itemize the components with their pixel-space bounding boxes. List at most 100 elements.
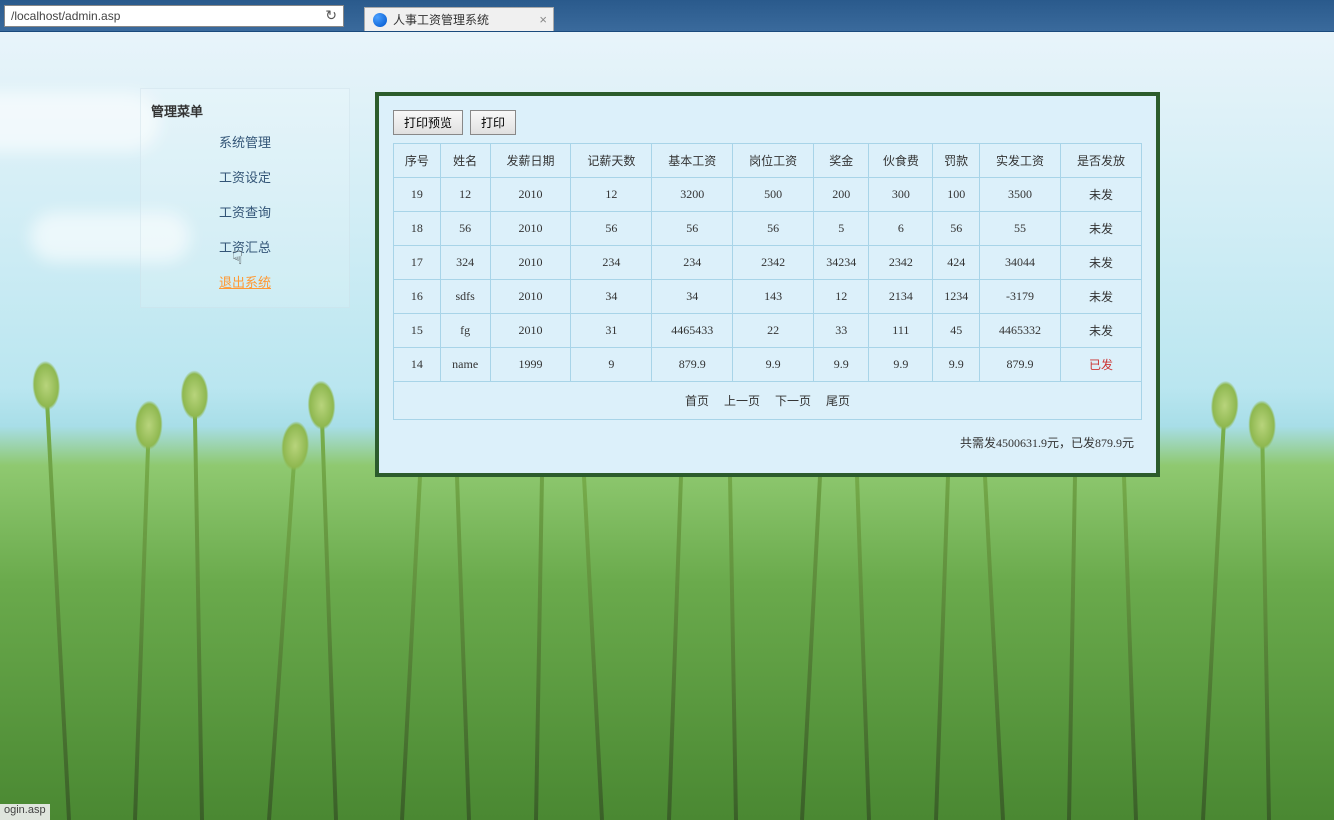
table-cell: fg (440, 314, 490, 348)
close-icon[interactable]: × (539, 12, 547, 27)
content-area: 管理菜单 系统管理 工资设定 工资查询 工资汇总 退出系统 ☟ 打印预览 打印 … (0, 32, 1334, 820)
page-last[interactable]: 尾页 (826, 394, 850, 408)
page-first[interactable]: 首页 (685, 394, 709, 408)
pagination-cell: 首页 上一页 下一页 尾页 (394, 382, 1142, 420)
table-cell: 56 (440, 212, 490, 246)
tab-title: 人事工资管理系统 (393, 11, 489, 28)
table-cell: 56 (571, 212, 652, 246)
table-cell: 111 (869, 314, 933, 348)
table-cell: 2010 (490, 178, 571, 212)
table-cell: 未发 (1061, 246, 1142, 280)
table-cell: 56 (652, 212, 733, 246)
table-row: 18562010565656565655未发 (394, 212, 1142, 246)
sidebar-item-system-manage[interactable]: 系统管理 (141, 124, 349, 159)
table-header: 基本工资 (652, 144, 733, 178)
table-cell: 4465332 (980, 314, 1061, 348)
table-cell: 6 (869, 212, 933, 246)
table-cell: 未发 (1061, 178, 1142, 212)
table-cell: 9.9 (869, 348, 933, 382)
table-cell: 5 (814, 212, 869, 246)
table-cell: 424 (933, 246, 980, 280)
table-cell: 9 (571, 348, 652, 382)
table-cell: 2134 (869, 280, 933, 314)
table-cell: 4465433 (652, 314, 733, 348)
table-row: 14name19999879.99.99.99.99.9879.9已发 (394, 348, 1142, 382)
table-cell: 14 (394, 348, 441, 382)
page-next[interactable]: 下一页 (775, 394, 811, 408)
table-cell: 1999 (490, 348, 571, 382)
url-text: /localhost/admin.asp (11, 9, 120, 23)
table-cell: 56 (733, 212, 814, 246)
tab-bar: 人事工资管理系统 × (364, 0, 554, 31)
table-cell: 12 (440, 178, 490, 212)
sidebar-item-logout[interactable]: 退出系统 (141, 264, 349, 299)
table-header: 记薪天数 (571, 144, 652, 178)
table-cell: 1234 (933, 280, 980, 314)
table-header: 岗位工资 (733, 144, 814, 178)
address-bar[interactable]: /localhost/admin.asp ↻ (4, 5, 344, 27)
table-cell: 未发 (1061, 212, 1142, 246)
button-row: 打印预览 打印 (393, 110, 1142, 135)
status-bar: ogin.asp (0, 804, 50, 820)
table-cell: 22 (733, 314, 814, 348)
table-cell: 324 (440, 246, 490, 280)
table-cell: 2342 (733, 246, 814, 280)
table-cell: 2010 (490, 246, 571, 280)
table-cell: 34 (652, 280, 733, 314)
table-header: 奖金 (814, 144, 869, 178)
table-cell: 300 (869, 178, 933, 212)
table-header: 发薪日期 (490, 144, 571, 178)
table-header: 是否发放 (1061, 144, 1142, 178)
salary-table: 序号姓名发薪日期记薪天数基本工资岗位工资奖金伙食费罚款实发工资是否发放 1912… (393, 143, 1142, 420)
print-button[interactable]: 打印 (470, 110, 516, 135)
table-cell: 15 (394, 314, 441, 348)
table-cell: 45 (933, 314, 980, 348)
main-panel: 打印预览 打印 序号姓名发薪日期记薪天数基本工资岗位工资奖金伙食费罚款实发工资是… (375, 92, 1160, 477)
table-row: 16sdfs201034341431221341234-3179未发 (394, 280, 1142, 314)
table-header: 实发工资 (980, 144, 1061, 178)
browser-tab[interactable]: 人事工资管理系统 × (364, 7, 554, 31)
table-cell: 879.9 (652, 348, 733, 382)
table-cell: 33 (814, 314, 869, 348)
summary-text: 共需发4500631.9元，已发879.9元 (393, 420, 1142, 459)
cloud-decoration (0, 92, 160, 152)
table-header: 序号 (394, 144, 441, 178)
refresh-icon[interactable]: ↻ (325, 7, 337, 24)
print-preview-button[interactable]: 打印预览 (393, 110, 463, 135)
table-cell: 143 (733, 280, 814, 314)
table-cell: 56 (933, 212, 980, 246)
sidebar-item-salary-query[interactable]: 工资查询 (141, 194, 349, 229)
table-cell: 18 (394, 212, 441, 246)
table-cell: 3200 (652, 178, 733, 212)
table-cell: 234 (652, 246, 733, 280)
table-cell: 2010 (490, 280, 571, 314)
page-prev[interactable]: 上一页 (724, 394, 760, 408)
table-header: 伙食费 (869, 144, 933, 178)
table-cell: 12 (814, 280, 869, 314)
table-cell: name (440, 348, 490, 382)
table-cell: -3179 (980, 280, 1061, 314)
table-cell: 879.9 (980, 348, 1061, 382)
table-cell: 12 (571, 178, 652, 212)
table-row: 173242010234234234234234234242434044未发 (394, 246, 1142, 280)
table-cell: 未发 (1061, 314, 1142, 348)
table-cell: 2342 (869, 246, 933, 280)
table-cell: 500 (733, 178, 814, 212)
table-row: 191220101232005002003001003500未发 (394, 178, 1142, 212)
table-header: 姓名 (440, 144, 490, 178)
table-cell: 9.9 (733, 348, 814, 382)
browser-chrome: /localhost/admin.asp ↻ 人事工资管理系统 × (0, 0, 1334, 32)
sidebar-item-salary-summary[interactable]: 工资汇总 (141, 229, 349, 264)
table-cell: 3500 (980, 178, 1061, 212)
table-cell: 100 (933, 178, 980, 212)
menu-title: 管理菜单 (141, 97, 349, 124)
table-cell: 234 (571, 246, 652, 280)
table-cell: 17 (394, 246, 441, 280)
table-cell: 9.9 (933, 348, 980, 382)
sidebar-item-salary-set[interactable]: 工资设定 (141, 159, 349, 194)
table-cell: 31 (571, 314, 652, 348)
table-cell: 34234 (814, 246, 869, 280)
table-cell: 55 (980, 212, 1061, 246)
ie-icon (373, 13, 387, 27)
table-row: 15fg20103144654332233111454465332未发 (394, 314, 1142, 348)
